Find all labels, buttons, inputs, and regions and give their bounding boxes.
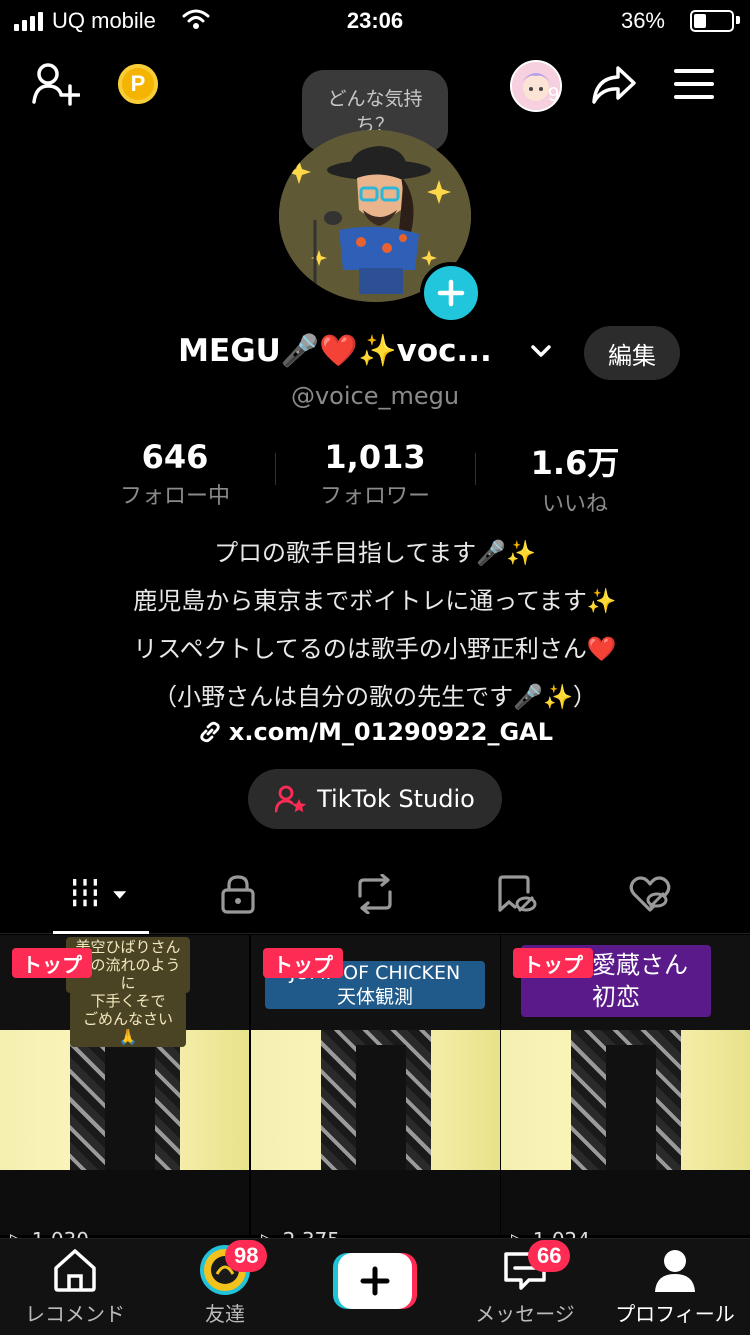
nav-profile[interactable] (600, 1248, 750, 1298)
mood-prompt-line1: どんな気持 (327, 88, 423, 110)
status-bar: UQ mobile 23:06 36% (0, 0, 750, 44)
share-icon[interactable] (590, 64, 638, 106)
creator-star-icon (275, 785, 307, 813)
tab-liked[interactable] (620, 868, 680, 920)
video-caption: 下手くそで ごめんなさい🙏 (70, 991, 186, 1047)
likes-count: 1.6万 (530, 444, 620, 482)
battery-tip (736, 16, 740, 24)
active-tab-indicator (53, 931, 149, 934)
following-stat[interactable]: 646 フォロー中 (75, 438, 275, 510)
followers-stat[interactable]: 1,013 フォロワー (275, 438, 475, 510)
add-story-button[interactable] (420, 262, 482, 324)
profile-link[interactable]: x.com/M_01290922_GAL (0, 718, 750, 746)
following-count: 646 (141, 438, 209, 476)
bio-line: （小野さんは自分の歌の先生です🎤✨） (153, 683, 597, 711)
favorites-icon (498, 875, 537, 913)
pinned-top-badge: トップ (12, 948, 92, 978)
pinned-top-badge: トップ (263, 948, 343, 978)
link-icon (200, 721, 220, 743)
tiktok-studio-button[interactable]: TikTok Studio (248, 769, 502, 829)
nav-inbox-label: メッセージ (475, 1302, 575, 1326)
video-thumbnail[interactable]: 美空ひばりさん 川の流れのように 下手くそで ごめんなさい🙏 (0, 935, 249, 1235)
bio-line: 鹿児島から東京までボイトレに通ってます✨ (133, 587, 617, 615)
videos-icon (73, 879, 127, 909)
plus-icon (437, 279, 465, 307)
followers-count: 1,013 (324, 438, 426, 476)
plus-icon (333, 1253, 417, 1309)
repost-icon (358, 874, 392, 914)
coin-icon[interactable]: P (118, 64, 158, 104)
followers-label: フォロワー (319, 484, 430, 509)
profile-link-text: x.com/M_01290922_GAL (228, 718, 554, 746)
battery-percent: 36% (620, 8, 665, 33)
following-label: フォロー中 (119, 484, 230, 509)
liked-icon (629, 876, 671, 912)
menu-icon[interactable] (674, 68, 714, 100)
add-friend-icon[interactable] (32, 62, 80, 106)
tab-favorites[interactable] (486, 868, 546, 920)
home-icon (54, 1249, 96, 1292)
likes-stat[interactable]: 1.6万 いいね (475, 438, 675, 518)
pinned-top-badge: トップ (513, 948, 593, 978)
likes-label: いいね (541, 492, 608, 517)
nav-inbox[interactable] (450, 1248, 600, 1298)
edit-profile-button[interactable]: 編集 (584, 326, 680, 380)
bio-line: リスペクトしてるのは歌手の小野正利さん❤️ (133, 635, 617, 663)
nav-home-label: レコメンド (25, 1302, 125, 1326)
inbox-badge: 66 (528, 1240, 571, 1272)
chevron-down-icon[interactable] (530, 340, 552, 362)
tab-videos[interactable] (70, 868, 130, 920)
tab-reposts[interactable] (345, 868, 405, 920)
nav-home[interactable] (0, 1248, 150, 1296)
friends-badge: 98 (225, 1240, 268, 1272)
username: @voice_megu (290, 382, 460, 410)
friends-count: 9 (548, 84, 560, 106)
lock-icon (221, 875, 255, 914)
video-thumbnail[interactable]: JUMP OF CHICKEN 天体観測 (251, 935, 500, 1235)
battery-icon (690, 10, 734, 32)
nav-profile-label: プロフィール (615, 1302, 735, 1326)
tiktok-studio-label: TikTok Studio (317, 785, 475, 813)
bio-line: プロの歌手目指してます🎤✨ (214, 539, 536, 567)
create-button[interactable] (333, 1253, 417, 1309)
tab-private[interactable] (208, 868, 268, 920)
profile-icon (655, 1250, 695, 1292)
video-thumbnail[interactable]: 大塚愛蔵さん 初恋 (501, 935, 750, 1235)
nav-friends-label: 友達 (205, 1302, 245, 1326)
